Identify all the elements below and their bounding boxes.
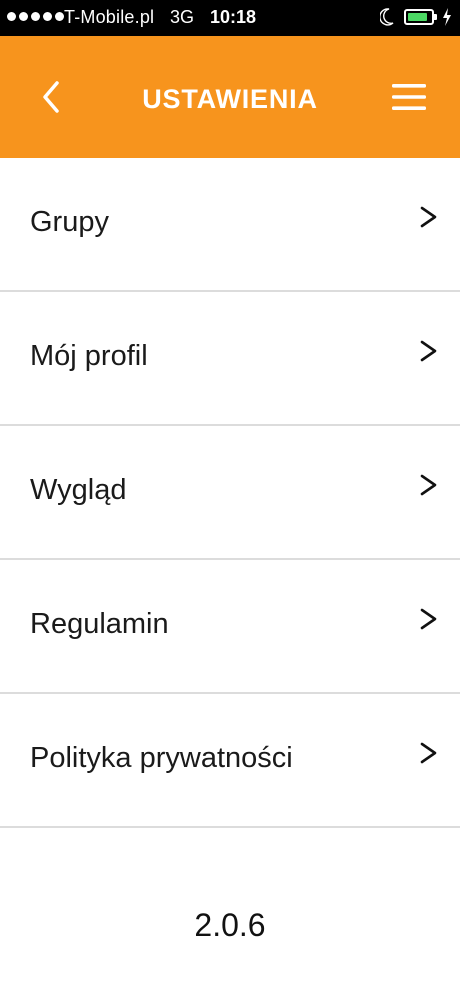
header: USTAWIENIA [0, 36, 460, 158]
hamburger-menu-icon [392, 84, 426, 110]
settings-list: Grupy Mój profil Wygląd Regulamin Polity… [0, 158, 460, 828]
do-not-disturb-icon [380, 8, 394, 26]
settings-item-groups[interactable]: Grupy [0, 158, 460, 292]
network-type: 3G [170, 7, 195, 27]
settings-item-privacy-policy[interactable]: Polityka prywatności [0, 694, 460, 828]
status-time: 10:18 [210, 7, 257, 27]
chevron-right-icon [420, 340, 437, 362]
chevron-right-icon [420, 474, 437, 496]
settings-item-profile[interactable]: Mój profil [0, 292, 460, 426]
charging-icon [443, 8, 451, 26]
chevron-right-icon [420, 206, 437, 228]
settings-item-label: Mój profil [30, 340, 148, 372]
chevron-right-icon [420, 608, 437, 630]
settings-item-label: Polityka prywatności [30, 742, 293, 774]
chevron-right-icon [420, 742, 437, 764]
menu-button[interactable] [385, 74, 433, 120]
battery-icon [404, 9, 434, 25]
app-version: 2.0.6 [194, 907, 266, 943]
settings-item-label: Wygląd [30, 474, 127, 506]
status-bar: T-Mobile.pl 3G 10:18 [0, 0, 460, 36]
settings-item-label: Regulamin [30, 608, 169, 640]
settings-item-label: Grupy [30, 206, 109, 238]
settings-item-appearance[interactable]: Wygląd [0, 426, 460, 560]
signal-strength-icon [7, 12, 64, 21]
battery-terminal [434, 14, 437, 20]
settings-item-terms[interactable]: Regulamin [0, 560, 460, 694]
battery-level [408, 13, 427, 21]
carrier-name: T-Mobile.pl [64, 7, 155, 27]
